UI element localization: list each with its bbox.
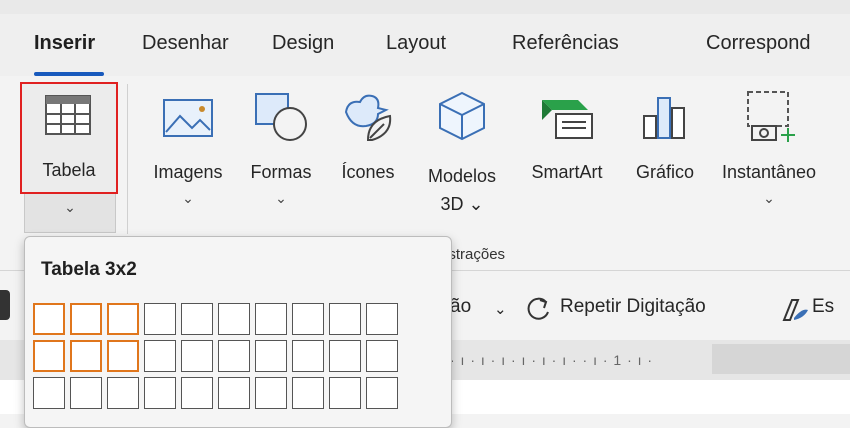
redo-icon[interactable] bbox=[526, 294, 554, 322]
screenshot-button[interactable]: Instantâneo ⌄ bbox=[712, 86, 826, 226]
table-grid-cell[interactable] bbox=[329, 377, 361, 409]
styles-label-partial[interactable]: Es bbox=[812, 296, 834, 318]
table-grid-cell[interactable] bbox=[218, 303, 250, 335]
images-button[interactable]: Imagens ⌄ bbox=[140, 86, 236, 226]
table-grid-cell[interactable] bbox=[292, 340, 324, 372]
ruler-margin-area bbox=[712, 344, 850, 374]
table-grid-cell[interactable] bbox=[255, 377, 287, 409]
table-grid-cell[interactable] bbox=[218, 340, 250, 372]
3d-models-button[interactable]: Modelos 3D ⌄ bbox=[412, 86, 512, 226]
repeat-typing-button[interactable]: Repetir Digitação bbox=[560, 296, 706, 318]
tab-correspondencias[interactable]: Correspond bbox=[706, 32, 811, 55]
table-grid-cell[interactable] bbox=[366, 377, 398, 409]
table-grid-cell[interactable] bbox=[329, 340, 361, 372]
table-icon bbox=[45, 95, 91, 135]
tab-design[interactable]: Design bbox=[272, 32, 334, 55]
table-grid-cell[interactable] bbox=[218, 377, 250, 409]
cube-icon bbox=[439, 91, 485, 141]
table-grid-cell[interactable] bbox=[181, 377, 213, 409]
screenshot-camera-icon bbox=[747, 91, 795, 142]
table-grid-cell[interactable] bbox=[70, 303, 102, 335]
styles-brush-icon[interactable] bbox=[780, 296, 810, 324]
table-grid-cell[interactable] bbox=[366, 303, 398, 335]
chart-button[interactable]: Gráfico bbox=[620, 86, 710, 226]
table-grid-cell[interactable] bbox=[255, 303, 287, 335]
shapes-icon bbox=[255, 93, 307, 141]
table-button[interactable]: Tabela bbox=[20, 82, 118, 194]
ruler-marks: · ı · ı · ı · ı · ı · ı · · ı · 1 · ı · bbox=[450, 352, 654, 368]
table-grid-cell[interactable] bbox=[366, 340, 398, 372]
icons-label: Ícones bbox=[341, 162, 395, 182]
tab-desenhar[interactable]: Desenhar bbox=[142, 32, 229, 55]
table-label: Tabela bbox=[42, 160, 96, 180]
table-grid-cell[interactable] bbox=[33, 303, 65, 335]
title-bar-strip bbox=[0, 0, 850, 14]
table-grid-cell[interactable] bbox=[70, 340, 102, 372]
image-icon bbox=[163, 99, 213, 137]
tab-referencias[interactable]: Referências bbox=[512, 32, 619, 55]
ribbon-tabs: Inserir Desenhar Design Layout Referênci… bbox=[0, 14, 850, 76]
chevron-down-icon: ⌄ bbox=[275, 190, 287, 206]
table-grid-cell[interactable] bbox=[107, 340, 139, 372]
images-label: Imagens bbox=[153, 162, 223, 182]
chevron-down-icon: ⌄ bbox=[182, 190, 194, 206]
tab-inserir[interactable]: Inserir bbox=[34, 32, 95, 55]
table-grid-cell[interactable] bbox=[107, 377, 139, 409]
chevron-down-icon: ⌄ bbox=[64, 199, 76, 215]
left-edge-handle bbox=[0, 290, 10, 320]
group-separator bbox=[127, 84, 128, 234]
popup-title: Tabela 3x2 bbox=[41, 259, 137, 280]
tab-layout[interactable]: Layout bbox=[386, 32, 446, 55]
table-grid-cell[interactable] bbox=[181, 303, 213, 335]
smartart-icon bbox=[542, 100, 593, 139]
smartart-button[interactable]: SmartArt bbox=[518, 86, 616, 226]
shapes-button[interactable]: Formas ⌄ bbox=[236, 86, 326, 226]
table-grid-cell[interactable] bbox=[144, 377, 176, 409]
insert-table-popup: Tabela 3x2 bbox=[24, 236, 452, 428]
undo-label-partial[interactable]: ão bbox=[450, 296, 471, 318]
3d-models-label: Modelos bbox=[427, 166, 497, 186]
icons-button[interactable]: Ícones bbox=[326, 86, 410, 226]
bird-leaf-icon bbox=[344, 94, 392, 141]
table-grid-cell[interactable] bbox=[329, 303, 361, 335]
table-grid-cell[interactable] bbox=[70, 377, 102, 409]
screenshot-label: Instantâneo bbox=[721, 162, 817, 182]
table-dropdown[interactable]: ⌄ bbox=[24, 194, 116, 233]
chart-label: Gráfico bbox=[635, 162, 695, 182]
table-grid-cell[interactable] bbox=[33, 340, 65, 372]
table-grid-cell[interactable] bbox=[144, 303, 176, 335]
table-grid-cell[interactable] bbox=[181, 340, 213, 372]
table-grid-cell[interactable] bbox=[292, 377, 324, 409]
table-grid-cell[interactable] bbox=[107, 303, 139, 335]
shapes-label: Formas bbox=[250, 162, 312, 182]
table-grid-cell[interactable] bbox=[33, 377, 65, 409]
bar-chart-icon bbox=[643, 97, 685, 139]
3d-models-label-line2: 3D ⌄ bbox=[440, 194, 484, 214]
chevron-down-icon: ⌄ bbox=[763, 190, 775, 206]
table-grid-cell[interactable] bbox=[292, 303, 324, 335]
table-grid-cell[interactable] bbox=[255, 340, 287, 372]
smartart-label: SmartArt bbox=[531, 162, 603, 182]
table-grid-cell[interactable] bbox=[144, 340, 176, 372]
chevron-down-icon[interactable]: ⌄ bbox=[494, 300, 507, 318]
